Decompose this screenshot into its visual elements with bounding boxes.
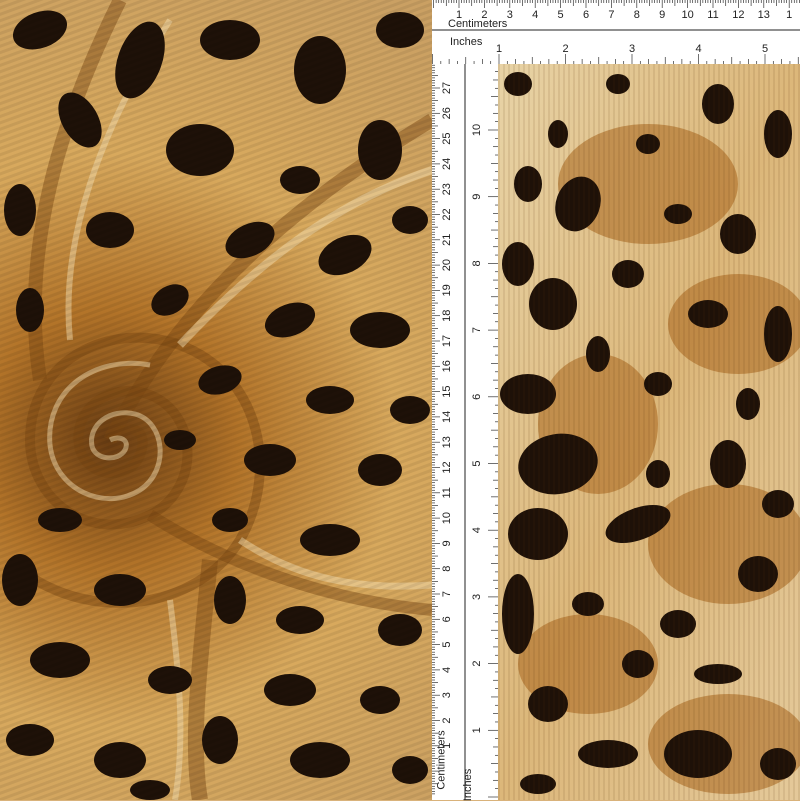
left-cm-label: 27	[441, 82, 453, 94]
left-cm-label: 24	[441, 158, 453, 170]
left-cm-label: 2	[441, 717, 453, 723]
top-inch-label: 1	[496, 43, 502, 55]
left-cm-label: 3	[441, 692, 453, 698]
top-cm-label: 7	[608, 9, 614, 21]
left-cm-label: 6	[441, 616, 453, 622]
fabric-flat-image	[498, 64, 800, 800]
top-ruler-inch-label: Inches	[450, 36, 483, 48]
left-inch-label: 10	[471, 124, 483, 136]
left-cm-label: 22	[441, 208, 453, 220]
left-cm-label: 12	[441, 461, 453, 473]
left-cm-label: 15	[441, 385, 453, 397]
top-cm-label: 10	[681, 9, 693, 21]
top-inch-label: 2	[562, 43, 568, 55]
top-cm-label: 9	[659, 9, 665, 21]
left-inch-label: 1	[471, 727, 483, 733]
left-inch-label: 8	[471, 260, 483, 266]
fabric-swirl-photo	[0, 0, 432, 800]
left-cm-label: 17	[441, 335, 453, 347]
left-ruler-inch-label: Inches	[462, 768, 475, 801]
top-ruler: 1 2 3 4 5 6 7 8 9 10 11 12 13 1 1 2 3 4 5 Centimeters Inch…	[432, 0, 800, 64]
left-cm-label: 18	[441, 310, 453, 322]
left-ruler: 27 26 25 24 23 22 21 20 19 18 17 16 15 14 13 12 11 10 9 8 7 6…	[432, 64, 498, 801]
left-cm-label: 4	[441, 667, 453, 673]
top-cm-label: 5	[558, 9, 564, 21]
top-cm-label: 1	[786, 9, 792, 21]
left-cm-label: 16	[441, 360, 453, 372]
left-cm-label: 25	[441, 132, 453, 144]
fabric-swirl-image	[0, 0, 432, 800]
left-cm-label: 7	[441, 591, 453, 597]
top-inch-label: 3	[629, 43, 635, 55]
left-ruler-scale: 2726252423222120191817161514131211109876…	[432, 64, 498, 800]
left-inch-label: 9	[471, 194, 483, 200]
left-cm-label: 8	[441, 566, 453, 572]
left-cm-label: 9	[441, 540, 453, 546]
top-ruler-scale: 1 2 3 4 5 6 7 8 9 10 11 12 13 11 2 3 4 5	[432, 0, 800, 64]
left-cm-label: 21	[441, 234, 453, 246]
left-cm-label: 20	[441, 259, 453, 271]
left-cm-label: 14	[441, 411, 453, 423]
left-inch-label: 3	[471, 594, 483, 600]
left-ruler-cm-label: Centimeters	[435, 730, 448, 790]
top-cm-label: 11	[707, 9, 718, 21]
fabric-flat-photo	[498, 64, 800, 800]
top-cm-label: 8	[634, 9, 640, 21]
left-cm-label: 5	[441, 642, 453, 648]
top-cm-label: 3	[507, 9, 513, 21]
left-inch-label: 4	[471, 527, 483, 533]
top-cm-label: 4	[532, 9, 538, 21]
top-cm-label: 13	[758, 9, 770, 21]
left-cm-label: 11	[441, 487, 453, 498]
left-cm-label: 13	[441, 436, 453, 448]
top-ruler-cm-label: Centimeters	[448, 18, 508, 30]
left-inch-label: 5	[471, 460, 483, 466]
left-cm-label: 10	[441, 512, 453, 524]
left-inch-label: 2	[471, 661, 483, 667]
left-inch-label: 7	[471, 327, 483, 333]
left-cm-label: 26	[441, 107, 453, 119]
left-cm-label: 19	[441, 284, 453, 296]
top-inch-label: 5	[762, 43, 768, 55]
top-inch-label: 4	[695, 43, 701, 55]
top-cm-label: 12	[732, 9, 744, 21]
left-cm-label: 23	[441, 183, 453, 195]
left-inch-label: 6	[471, 394, 483, 400]
top-cm-label: 6	[583, 9, 589, 21]
